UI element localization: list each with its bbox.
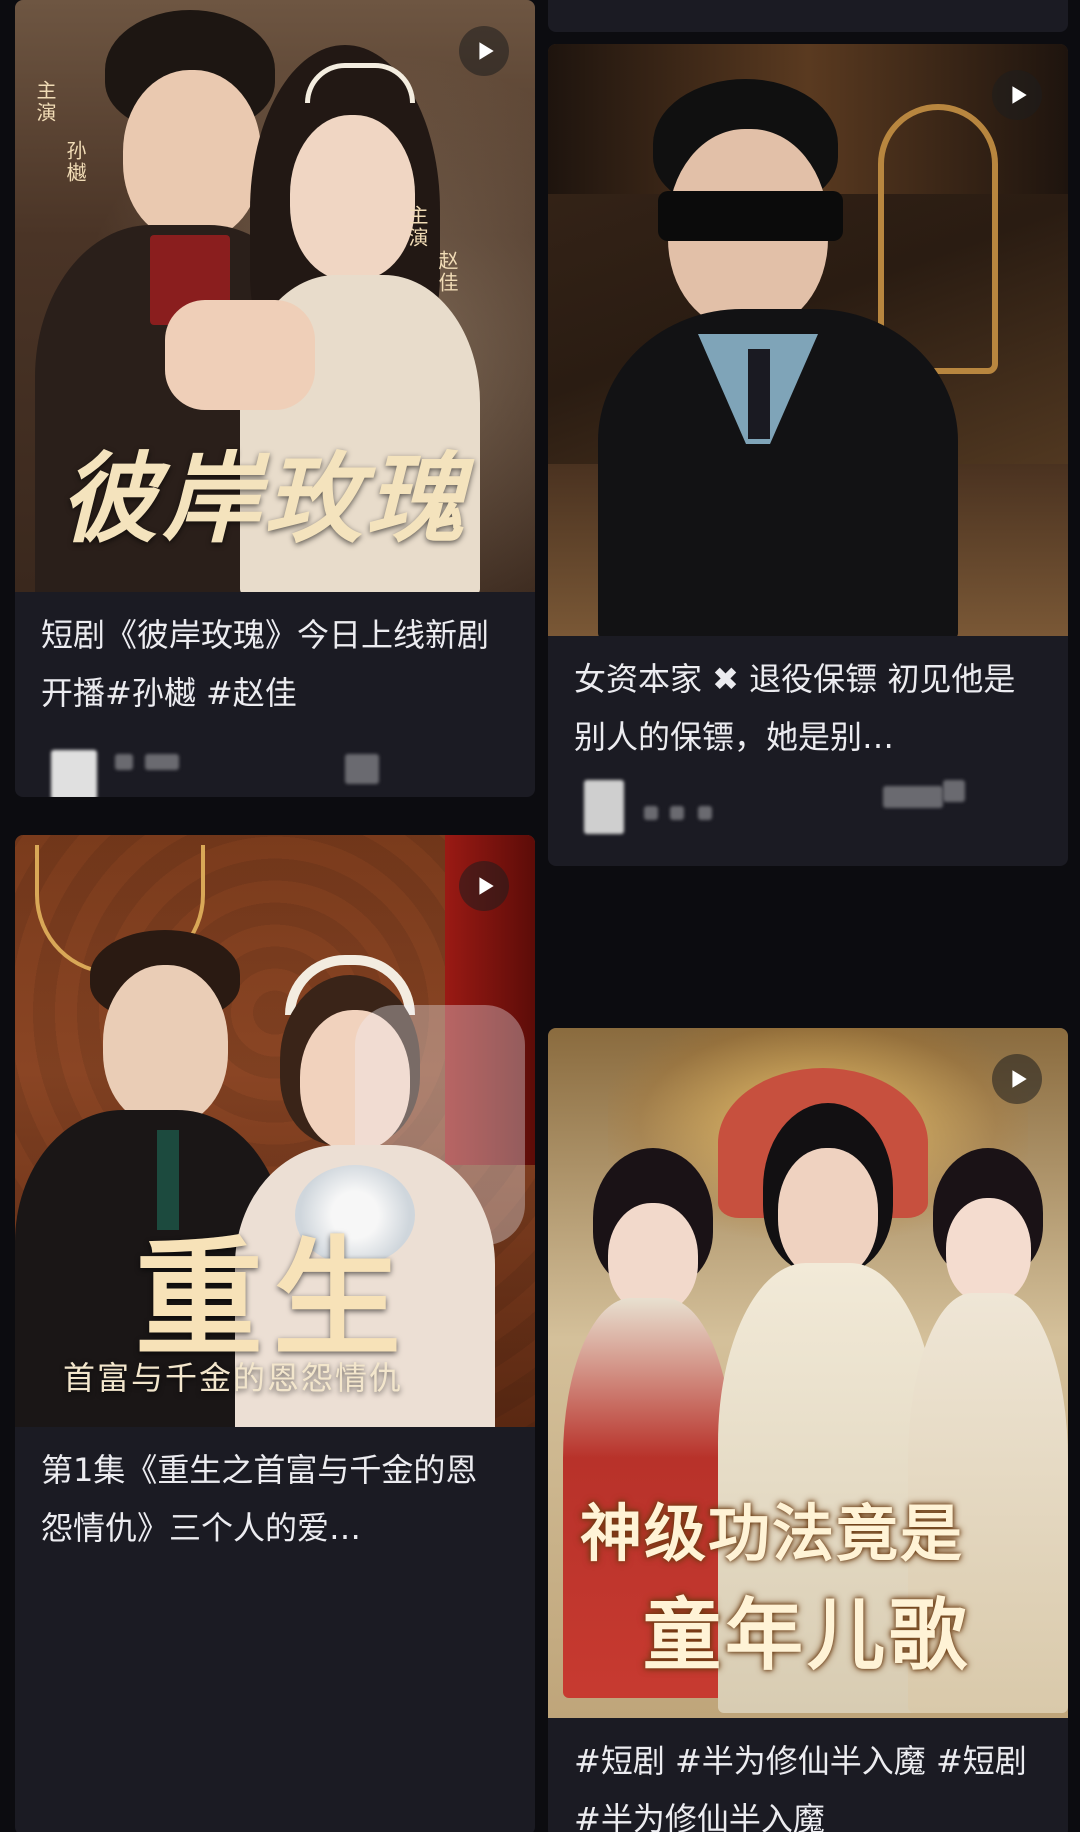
author-name[interactable] [644,806,658,820]
poster-title: 神级功法竟是 [580,1497,965,1570]
poster-subtitle: 童年儿歌 [643,1590,972,1681]
poster-title: 彼岸玫瑰 [60,442,469,557]
credit-label: 主演 [405,205,429,249]
video-card-bodyguard[interactable]: 女资本家 ✖ 退役保镖 初见他是别人的保镖，她是别… [548,44,1068,866]
previous-card-footer [548,0,1068,32]
video-cover[interactable] [548,44,1068,636]
author-row [15,722,535,797]
avatar[interactable] [584,780,624,834]
video-caption[interactable]: #短剧 #半为修仙半入魔 #短剧 #半为修仙半入魔 [548,1718,1068,1832]
video-cover[interactable]: 神级功法竟是 童年儿歌 [548,1028,1068,1718]
video-card-rebirth[interactable]: 重生 首富与千金的恩怨情仇 第1集《重生之首富与千金的恩怨情仇》三个人的爱… [15,835,535,1832]
credit-name: 孙樾 [63,140,87,184]
like-count[interactable] [883,786,943,808]
play-icon [478,42,494,60]
like-count[interactable] [345,754,379,784]
poster-subtitle: 首富与千金的恩怨情仇 [63,1359,404,1397]
video-card-rose[interactable]: 主演 孙樾 主演 赵佳 彼岸玫瑰 短剧《彼岸玫瑰》今日上线新剧开播#孙樾 #赵佳 [15,0,535,797]
short-drama-feed: 主演 孙樾 主演 赵佳 彼岸玫瑰 短剧《彼岸玫瑰》今日上线新剧开播#孙樾 #赵佳 [0,0,1080,1832]
play-icon [478,877,494,895]
avatar[interactable] [51,750,97,797]
credit-label: 主演 [33,80,57,124]
video-caption[interactable]: 第1集《重生之首富与千金的恩怨情仇》三个人的爱… [15,1427,535,1557]
credit-name: 赵佳 [435,250,459,294]
clasped-hands [165,300,315,410]
play-icon [1011,1070,1027,1088]
video-caption[interactable]: 女资本家 ✖ 退役保镖 初见他是别人的保镖，她是别… [548,636,1068,766]
video-cover[interactable]: 主演 孙樾 主演 赵佳 彼岸玫瑰 [15,0,535,592]
play-icon [1011,86,1027,104]
play-button[interactable] [459,861,509,911]
video-card-xianxia[interactable]: 神级功法竟是 童年儿歌 #短剧 #半为修仙半入魔 #短剧 #半为修仙半入魔 [548,1028,1068,1832]
play-button[interactable] [992,70,1042,120]
play-button[interactable] [459,26,509,76]
video-caption[interactable]: 短剧《彼岸玫瑰》今日上线新剧开播#孙樾 #赵佳 [15,592,535,722]
play-button[interactable] [992,1054,1042,1104]
author-row [548,766,1068,846]
video-cover[interactable]: 重生 首富与千金的恩怨情仇 [15,835,535,1427]
blindfold [658,191,843,241]
author-name[interactable] [115,754,133,770]
